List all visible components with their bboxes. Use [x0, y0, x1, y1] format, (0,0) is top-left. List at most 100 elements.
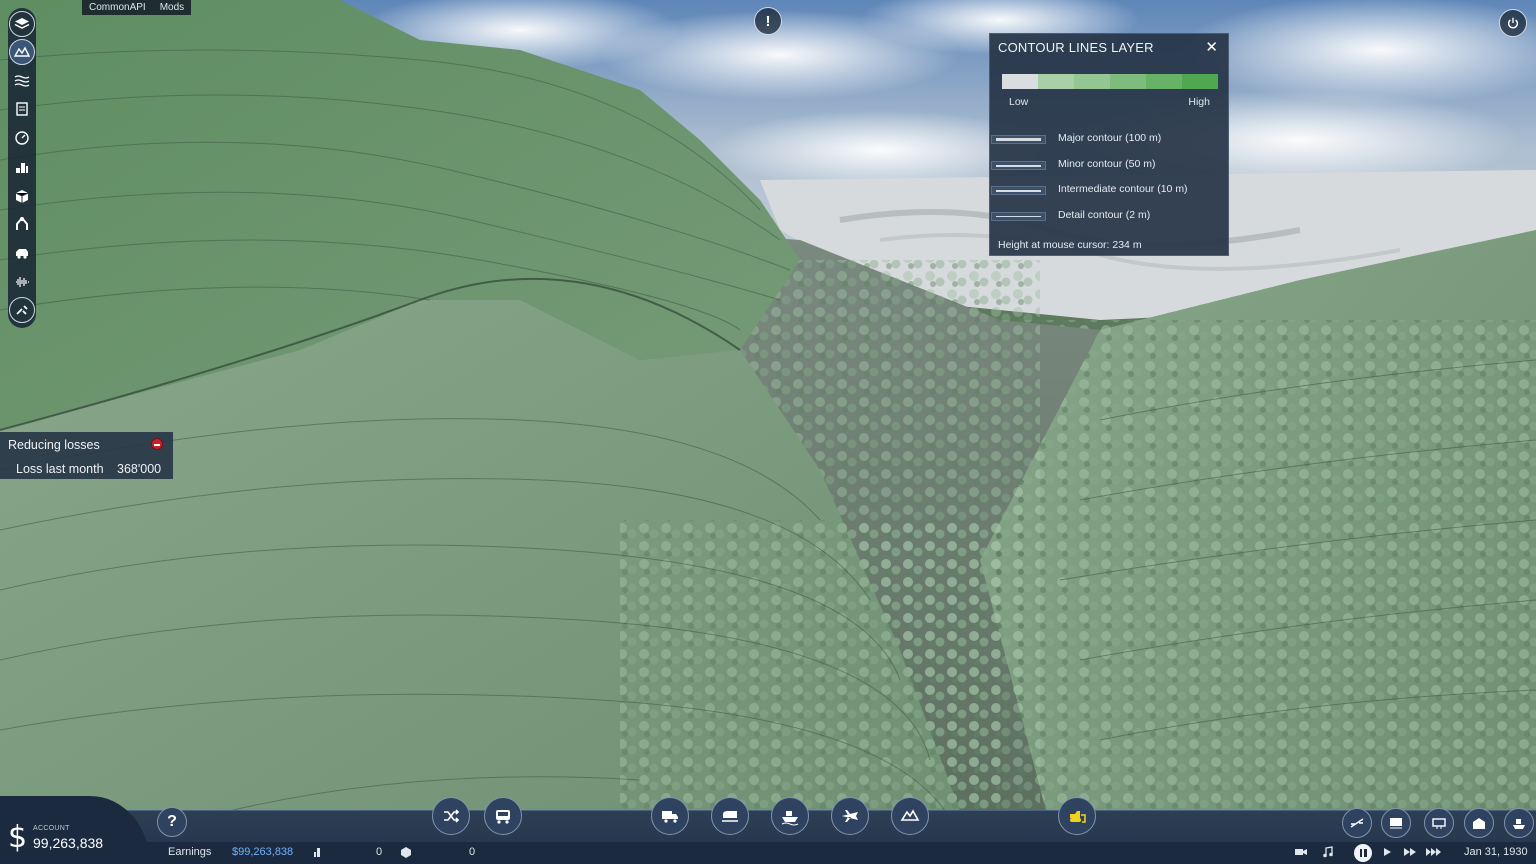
station-icon	[1432, 818, 1446, 829]
legend-row-detail: Detail contour (2 m)	[990, 208, 1230, 224]
layers-icon	[14, 18, 30, 29]
cargo-icon	[15, 189, 29, 203]
gradient-step	[1074, 74, 1110, 89]
gradient-step	[1038, 74, 1074, 89]
depot-icon	[1473, 818, 1485, 829]
help-button[interactable]: ?	[157, 807, 187, 837]
sound-icon	[16, 276, 29, 287]
plane-icon	[842, 810, 858, 822]
loss-widget: Reducing losses Loss last month 368'000	[0, 432, 173, 479]
tools-icon	[16, 305, 28, 316]
gradient-high-label: High	[1188, 96, 1210, 108]
play-icon[interactable]	[1382, 846, 1392, 858]
fast-forward-icon[interactable]	[1403, 846, 1417, 858]
legend-row-intermediate: Intermediate contour (10 m)	[990, 182, 1230, 198]
detail-contour-swatch	[991, 212, 1046, 221]
network-layer-button[interactable]	[8, 210, 36, 239]
contour-lines-panel: CONTOUR LINES LAYER ✕ Low High Major con…	[989, 33, 1229, 256]
vehicle-layer-button[interactable]	[8, 239, 36, 268]
alert-icon: !	[765, 12, 771, 30]
train-icon	[722, 811, 738, 822]
network-icon	[16, 217, 28, 231]
panel-title: CONTOUR LINES LAYER	[998, 40, 1154, 55]
population-value: 0	[376, 846, 383, 858]
height-gradient-scale	[1002, 74, 1218, 89]
power-icon	[1507, 17, 1519, 29]
legend-label: Minor contour (50 m)	[1058, 158, 1156, 170]
gradient-low-label: Low	[1009, 96, 1029, 108]
terraform-button[interactable]	[891, 797, 929, 835]
terrain-icon	[900, 809, 920, 821]
train-button[interactable]	[711, 797, 749, 835]
stop-icon[interactable]	[151, 438, 163, 450]
cargo-icon	[401, 847, 411, 858]
rail-button[interactable]	[1381, 808, 1411, 838]
truck-icon	[662, 811, 678, 823]
shuffle-icon	[444, 809, 460, 823]
bulldozer-icon	[1070, 811, 1086, 823]
legend-row-major: Major contour (100 m)	[990, 131, 1230, 147]
help-icon: ?	[167, 813, 177, 830]
gradient-step	[1110, 74, 1146, 89]
plane-button[interactable]	[831, 797, 869, 835]
loss-title: Reducing losses	[8, 438, 100, 452]
bus-button[interactable]	[484, 797, 522, 835]
mod-menu-commonapi[interactable]: CommonAPI	[82, 0, 153, 15]
terrain-layer-button[interactable]	[9, 39, 35, 65]
pause-button[interactable]	[1354, 844, 1372, 862]
mod-menu-bar: CommonAPI Mods	[82, 0, 192, 15]
road-button[interactable]	[1342, 808, 1372, 838]
legend-label: Detail contour (2 m)	[1058, 209, 1151, 221]
ship-icon	[781, 811, 799, 826]
sound-layer-button[interactable]	[8, 268, 36, 297]
legend-label: Major contour (100 m)	[1058, 132, 1162, 144]
station-button[interactable]	[1424, 808, 1454, 838]
truck-button[interactable]	[651, 797, 689, 835]
ship-button[interactable]	[771, 797, 809, 835]
vehicle-icon	[16, 249, 28, 259]
rail-icon	[1390, 818, 1402, 829]
bulldozer-button[interactable]	[1058, 797, 1096, 835]
gradient-step	[1182, 74, 1218, 89]
harbor-icon	[1513, 819, 1525, 829]
tools-layer-button[interactable]	[9, 297, 35, 324]
gradient-step	[1146, 74, 1182, 89]
harbor-button[interactable]	[1504, 808, 1534, 838]
account-balance: 99,263,838	[33, 835, 104, 851]
cargo-layer-button[interactable]	[8, 181, 36, 210]
water-layer-button[interactable]	[8, 66, 36, 95]
game-viewport[interactable]	[0, 0, 1536, 864]
earnings-value: $99,263,838	[232, 846, 294, 858]
dollar-icon: $	[8, 820, 28, 855]
town-icon	[16, 162, 28, 173]
gradient-step	[1002, 74, 1038, 89]
game-date: Jan 31, 1930	[1464, 846, 1528, 858]
terrain-view	[0, 0, 1536, 864]
loss-value: 368'000	[117, 462, 162, 476]
power-button[interactable]	[1499, 9, 1527, 37]
document-icon	[16, 102, 28, 116]
legend-label: Intermediate contour (10 m)	[1058, 183, 1188, 195]
terrain-icon	[14, 46, 30, 57]
shuffle-button[interactable]	[432, 797, 470, 835]
speedometer-icon	[15, 131, 29, 145]
music-icon[interactable]	[1322, 846, 1334, 858]
legend-row-minor: Minor contour (50 m)	[990, 157, 1230, 173]
layers-button[interactable]	[9, 11, 35, 37]
intermediate-contour-swatch	[991, 186, 1046, 195]
account-label: ACCOUNT	[33, 825, 70, 832]
mod-menu-mods[interactable]: Mods	[153, 0, 191, 15]
document-layer-button[interactable]	[8, 95, 36, 124]
close-button[interactable]: ✕	[1205, 38, 1218, 56]
major-contour-swatch	[991, 135, 1046, 144]
speed-layer-button[interactable]	[8, 124, 36, 153]
depot-button[interactable]	[1464, 808, 1494, 838]
loss-label: Loss last month	[16, 462, 104, 476]
camera-icon[interactable]	[1294, 846, 1308, 858]
alert-button[interactable]: !	[754, 7, 782, 35]
town-layer-button[interactable]	[8, 152, 36, 181]
minor-contour-swatch	[991, 161, 1046, 170]
earnings-label: Earnings	[168, 846, 212, 858]
population-icon	[314, 848, 320, 857]
fastest-forward-icon[interactable]	[1426, 846, 1442, 858]
